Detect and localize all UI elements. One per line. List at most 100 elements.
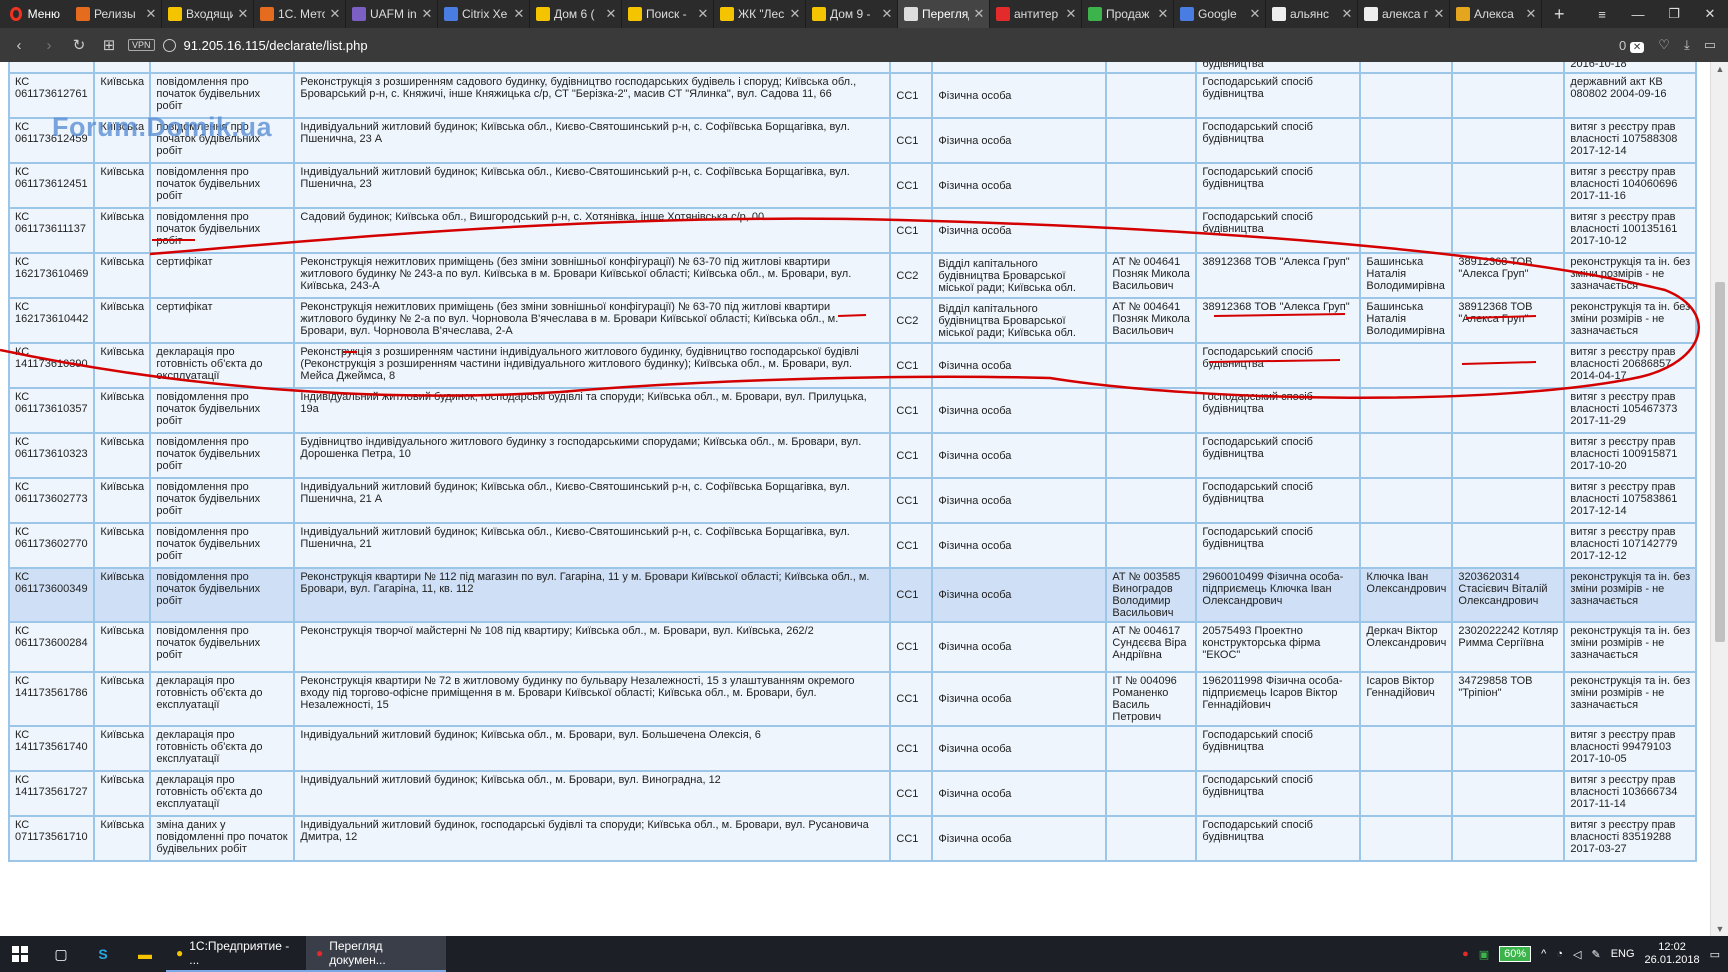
tab-close-icon[interactable]: ✕: [1249, 6, 1261, 22]
browser-tab[interactable]: 1С. Мето ✕: [254, 0, 346, 28]
browser-tab[interactable]: Google ✕: [1174, 0, 1266, 28]
table-row[interactable]: КС 061173611137 Київська повідомлення про …: [7, 207, 1698, 254]
tab-close-icon[interactable]: ✕: [881, 6, 893, 22]
table-row[interactable]: КС 162173610469 Київська сертифікат Реконст…: [7, 252, 1698, 299]
browser-tab[interactable]: Алекса ✕: [1450, 0, 1542, 28]
tab-close-icon[interactable]: ✕: [237, 6, 249, 22]
tab-menu-icon[interactable]: ≡: [1584, 0, 1620, 28]
browser-tab[interactable]: Входящие ✕: [162, 0, 254, 28]
table-row[interactable]: КС 061173610323 Київська повідомлення про …: [7, 432, 1698, 479]
cell-region: Київська: [93, 252, 152, 299]
tab-close-icon[interactable]: ✕: [329, 6, 341, 22]
back-button[interactable]: ‹: [8, 37, 30, 54]
page-scrollbar[interactable]: ▲ ▼: [1710, 62, 1728, 936]
url-field[interactable]: 91.205.16.115/declarate/list.php: [184, 38, 1612, 53]
tab-close-icon[interactable]: ✕: [513, 6, 525, 22]
opera-menu-button[interactable]: Меню: [0, 0, 70, 28]
cell-type: сертифікат: [149, 252, 296, 299]
cell-region: Київська: [93, 621, 152, 673]
browser-tab[interactable]: алекса г ✕: [1358, 0, 1450, 28]
table-row[interactable]: КС 061173602773 Київська повідомлення про …: [7, 477, 1698, 524]
browser-tab[interactable]: Поиск - ✕: [622, 0, 714, 28]
table-row[interactable]: КС 061173612451 Київська повідомлення про …: [7, 162, 1698, 209]
tab-close-icon[interactable]: ✕: [1157, 6, 1169, 22]
cell-tech: [1359, 432, 1454, 479]
browser-tab[interactable]: Citrix Xe ✕: [438, 0, 530, 28]
table-row[interactable]: КС 141173561786 Київська декларація про го…: [7, 671, 1698, 727]
volume-icon[interactable]: ◁: [1573, 948, 1581, 961]
tab-favicon-icon: [1456, 7, 1470, 21]
table-row[interactable]: КС 061173600349 Київська повідомлення про …: [7, 567, 1698, 623]
battery-indicator[interactable]: 60%: [1499, 946, 1532, 962]
tab-close-icon[interactable]: ✕: [789, 6, 801, 22]
table-row[interactable]: КС 141173561727 Київська декларація про го…: [7, 770, 1698, 817]
vpn-badge[interactable]: VPN: [128, 39, 155, 51]
cell-code: КС 141173561727: [7, 770, 96, 817]
task-view-icon[interactable]: ▢: [40, 936, 82, 972]
restore-button[interactable]: ❐: [1656, 0, 1692, 28]
browser-tab[interactable]: Дом 9 - ✕: [806, 0, 898, 28]
notifications-icon[interactable]: ▭: [1710, 948, 1720, 961]
cell-class: СС1: [889, 117, 934, 164]
table-row[interactable]: КС 061173600284 Київська повідомлення про …: [7, 621, 1698, 673]
table-row[interactable]: КС 061173602770 Київська повідомлення про …: [7, 522, 1698, 569]
bookmark-heart-icon[interactable]: ♡: [1658, 37, 1670, 53]
cell-code: КС 141173561740: [7, 725, 96, 772]
table-row[interactable]: КС 162173610442 Київська сертифікат Реконст…: [7, 297, 1698, 344]
cell-developer: 2960010499 Фізична особа-підприємець Клю…: [1195, 567, 1362, 623]
skype-icon[interactable]: S: [82, 936, 124, 972]
site-info-icon[interactable]: [162, 38, 176, 52]
speed-dial-button[interactable]: ⊞: [98, 36, 120, 54]
table-row[interactable]: КС 141173561740 Київська декларація про го…: [7, 725, 1698, 772]
tab-close-icon[interactable]: ✕: [145, 6, 157, 22]
tab-close-icon[interactable]: ✕: [605, 6, 617, 22]
scrollbar-thumb[interactable]: [1715, 282, 1725, 642]
browser-tab[interactable]: Дом 6 (✕: [530, 0, 622, 28]
cell-class: СС1: [889, 207, 934, 254]
browser-tab[interactable]: Перегляд ✕: [898, 0, 990, 28]
tab-close-icon[interactable]: ✕: [421, 6, 433, 22]
forward-button[interactable]: ›: [38, 37, 60, 54]
browser-tab[interactable]: антитер ✕: [990, 0, 1082, 28]
cell-code: [7, 62, 96, 74]
tab-close-icon[interactable]: ✕: [1341, 6, 1353, 22]
scroll-down-icon[interactable]: ▼: [1711, 924, 1728, 934]
tab-close-icon[interactable]: ✕: [1065, 6, 1077, 22]
network-icon[interactable]: ◔: [1556, 948, 1563, 960]
start-button[interactable]: [0, 946, 40, 962]
cell-developer: Господарський спосіб будівництва: [1195, 387, 1362, 434]
browser-tab[interactable]: Релизы ✕: [70, 0, 162, 28]
taskbar-app-button[interactable]: ● Перегляд докумен...: [306, 936, 446, 972]
minimize-button[interactable]: —: [1620, 0, 1656, 28]
download-icon[interactable]: ⤓: [1684, 37, 1690, 53]
cell-code: КС 061173600284: [7, 621, 96, 673]
cell-tech: [1359, 62, 1454, 74]
adblock-counter[interactable]: 0 ✕: [1619, 38, 1645, 53]
tab-close-icon[interactable]: ✕: [1433, 6, 1445, 22]
tab-close-icon[interactable]: ✕: [1525, 6, 1537, 22]
table-row[interactable]: КС 061173610357 Київська повідомлення про …: [7, 387, 1698, 434]
scroll-up-icon[interactable]: ▲: [1711, 64, 1728, 74]
table-row[interactable]: КС 071173561710 Київська зміна даних у пов…: [7, 815, 1698, 862]
browser-tab[interactable]: UAFM in ✕: [346, 0, 438, 28]
cell-customer: Фізична особа: [931, 432, 1108, 479]
tray-expand-icon[interactable]: ^: [1541, 948, 1546, 960]
browser-tab[interactable]: ЖК "Лес ✕: [714, 0, 806, 28]
table-row[interactable]: КС 141173610390 Київська декларація про го…: [7, 342, 1698, 389]
clock[interactable]: 12:02 26.01.2018: [1645, 941, 1700, 967]
new-tab-button[interactable]: +: [1542, 0, 1577, 28]
file-explorer-icon[interactable]: ▬: [124, 936, 166, 972]
tab-close-icon[interactable]: ✕: [973, 6, 985, 22]
browser-tab[interactable]: альянс ✕: [1266, 0, 1358, 28]
browser-tab[interactable]: Продаж ✕: [1082, 0, 1174, 28]
pen-icon[interactable]: ✎: [1591, 948, 1600, 961]
close-window-button[interactable]: ✕: [1692, 0, 1728, 28]
reload-button[interactable]: ↻: [68, 36, 90, 54]
taskbar-app-button[interactable]: ● 1С:Предприятие - ...: [166, 936, 306, 972]
tab-close-icon[interactable]: ✕: [697, 6, 709, 22]
battery-saver-icon[interactable]: ▭: [1704, 37, 1716, 53]
cell-customer: Фізична особа: [931, 567, 1108, 623]
antivirus-icon[interactable]: ●: [1462, 948, 1469, 960]
language-indicator[interactable]: ENG: [1611, 948, 1635, 960]
shield-icon[interactable]: ▣: [1479, 948, 1489, 961]
